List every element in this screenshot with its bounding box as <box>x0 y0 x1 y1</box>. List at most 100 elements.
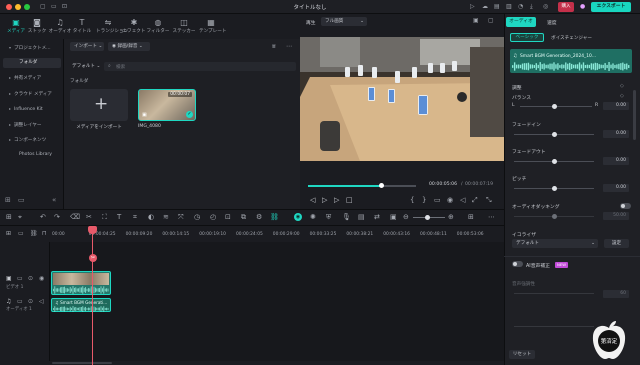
tab-template[interactable]: ▦ テンプレート <box>199 18 226 34</box>
timeline-scrollbar[interactable] <box>0 361 504 365</box>
video-clip[interactable] <box>51 271 111 295</box>
equalizer-dropdown[interactable]: デフォルト ⌄ <box>512 239 598 248</box>
avatar[interactable]: ● <box>580 3 585 10</box>
settings-icon[interactable]: ⚙ <box>256 213 262 221</box>
detach-icon[interactable]: ⧉ <box>241 213 246 222</box>
camera-icon[interactable]: ◉ <box>447 196 453 204</box>
zoom-slider-knob[interactable] <box>425 215 430 220</box>
layers-icon[interactable]: ▤ <box>358 213 365 221</box>
play-icon[interactable]: ▷ <box>470 3 475 10</box>
sidebar-item-cloud-media[interactable]: ▸ クラウド メディア <box>3 89 61 99</box>
fit-icon[interactable]: ⊡ <box>225 213 231 221</box>
chart-icon[interactable]: ▥ <box>506 3 512 10</box>
sidebar-item-shared-media[interactable]: ▸ 共有メディア <box>3 73 61 83</box>
subtab-basic[interactable]: ベーシック <box>510 33 544 42</box>
ducking-toggle[interactable] <box>620 203 631 209</box>
player-progress-track[interactable] <box>308 185 416 187</box>
effects-icon[interactable]: ✺ <box>310 213 316 221</box>
filter-list-icon[interactable]: ⩸ <box>272 43 276 51</box>
denoise-slider[interactable] <box>514 293 594 294</box>
search-input[interactable]: ⌕ 検索 <box>104 62 296 71</box>
step-forward-icon[interactable]: ▷ <box>334 196 339 204</box>
stop-icon[interactable]: □ <box>346 196 353 204</box>
quality-dropdown[interactable]: フル画質 ⌄ <box>321 17 367 26</box>
fullscreen-icon[interactable]: ▢ <box>488 17 494 24</box>
subtab-voice-changer[interactable]: ボイスチェンジャー <box>551 35 592 41</box>
split-marker-icon[interactable]: ✂ <box>89 254 97 262</box>
ai-denoise-toggle[interactable] <box>512 261 523 267</box>
mark-in-icon[interactable]: { <box>410 196 414 204</box>
delete-icon[interactable]: ⌫ <box>70 213 80 221</box>
select-tool-icon[interactable]: ⌖ <box>18 213 22 222</box>
lock-icon[interactable]: ⊙ <box>28 275 33 282</box>
audio-tool-icon[interactable]: ≋ <box>163 213 169 221</box>
visibility-icon[interactable]: ◉ <box>39 275 44 282</box>
step-back-icon[interactable]: ◁ <box>310 196 315 204</box>
redo-icon[interactable]: ↷ <box>54 213 60 221</box>
video-preview[interactable] <box>300 37 504 161</box>
add-track-icon[interactable]: ⊞ <box>6 230 11 237</box>
tab-stock[interactable]: ◙ ストック <box>25 18 49 34</box>
audio-clip[interactable]: ♫ Smart BGM Generati... <box>51 298 111 312</box>
timer-icon[interactable]: ◴ <box>210 213 216 221</box>
split-icon[interactable]: ✂ <box>86 213 92 221</box>
layout-icon[interactable]: ▤ <box>494 3 500 10</box>
resize-icon[interactable]: ⤢ <box>472 196 478 205</box>
sidebar-toggle-icon[interactable]: ▢ <box>40 3 46 10</box>
pitch-slider-knob[interactable] <box>552 186 557 191</box>
buy-button[interactable]: 購入 <box>558 2 574 12</box>
shield-icon[interactable]: ⛨ <box>326 213 331 222</box>
notification-icon[interactable]: ◔ <box>518 3 523 10</box>
folder-icon[interactable]: ▭ <box>51 3 57 10</box>
folder-icon[interactable]: ▭ <box>17 298 23 305</box>
record-dropdown[interactable]: ◉ 録画/録音 ⌄ <box>108 42 150 51</box>
keyframe-icon[interactable]: ◇ <box>620 83 624 89</box>
swap-icon[interactable]: ⇄ <box>374 213 380 221</box>
monitor-icon[interactable]: ▭ <box>434 196 441 204</box>
ducking-slider-knob[interactable] <box>552 214 557 219</box>
crop-tool-icon[interactable]: ⌗ <box>133 213 137 222</box>
volume-icon[interactable]: ◁ <box>460 196 465 204</box>
pitch-value[interactable]: 0.00 <box>603 184 629 192</box>
sidebar-item-adjustment-layer[interactable]: ▸ 調整レイヤー <box>3 120 61 130</box>
transform-icon[interactable]: ⤧ <box>178 213 184 222</box>
folder-icon[interactable]: ▭ <box>18 196 25 204</box>
tab-title[interactable]: T タイトル <box>70 18 94 34</box>
download-icon[interactable]: ⤓ <box>530 3 533 11</box>
import-dropdown[interactable]: インポート ⌄ <box>70 42 104 51</box>
zoom-out-icon[interactable]: ⊖ <box>403 213 409 221</box>
new-folder-icon[interactable]: ⊞ <box>5 196 11 204</box>
tab-transition[interactable]: ⇋ トランジション <box>96 18 128 34</box>
volume-icon[interactable]: ◁ <box>39 298 44 305</box>
export-button[interactable]: エクスポート <box>591 2 631 12</box>
undo-icon[interactable]: ↶ <box>40 213 46 221</box>
playhead[interactable] <box>92 226 93 365</box>
sidebar-item-project-media[interactable]: ▾ プロジェクトメ... <box>3 43 61 53</box>
speed-icon[interactable]: ◷ <box>194 213 200 221</box>
zoom-in-icon[interactable]: ⊕ <box>448 213 454 221</box>
mark-out-icon[interactable]: } <box>422 196 426 204</box>
tab-effect[interactable]: ✱ エフェクト <box>122 18 146 34</box>
zoom-window-icon[interactable] <box>24 4 30 10</box>
ai-assist-icon[interactable]: ◉ <box>294 213 302 221</box>
link-icon[interactable]: ⛓ <box>270 213 279 221</box>
more-icon[interactable]: ⋯ <box>286 43 292 50</box>
tab-filter[interactable]: ◍ フィルター <box>146 18 170 34</box>
minimize-window-icon[interactable] <box>15 4 21 10</box>
playhead-handle[interactable] <box>88 226 97 234</box>
cloud-icon[interactable]: ☁ <box>482 3 488 10</box>
layout-grid-icon[interactable]: ⊞ <box>468 213 474 221</box>
fade-out-slider-knob[interactable] <box>552 159 557 164</box>
keyframe-icon[interactable]: ◇ <box>620 93 624 99</box>
crop-icon[interactable]: ⛶ <box>102 213 107 222</box>
sidebar-item-components[interactable]: ▸ コンポーネンツ <box>3 135 61 145</box>
video-thumbnail[interactable]: 00:00:07 ▣ ✓ <box>138 89 196 121</box>
tab-sticker[interactable]: ◫ ステッカー <box>172 18 196 34</box>
folder-icon[interactable]: ▭ <box>17 275 23 282</box>
balance-value[interactable]: 0.00 <box>603 102 629 110</box>
fade-out-value[interactable]: 0.00 <box>603 157 629 165</box>
link-track-icon[interactable]: ⛓ <box>30 230 38 237</box>
panel-scrollbar[interactable] <box>633 90 636 140</box>
sidebar-item-folder[interactable]: フォルダ <box>3 58 61 68</box>
equalizer-settings-button[interactable]: 設定 <box>604 239 629 248</box>
